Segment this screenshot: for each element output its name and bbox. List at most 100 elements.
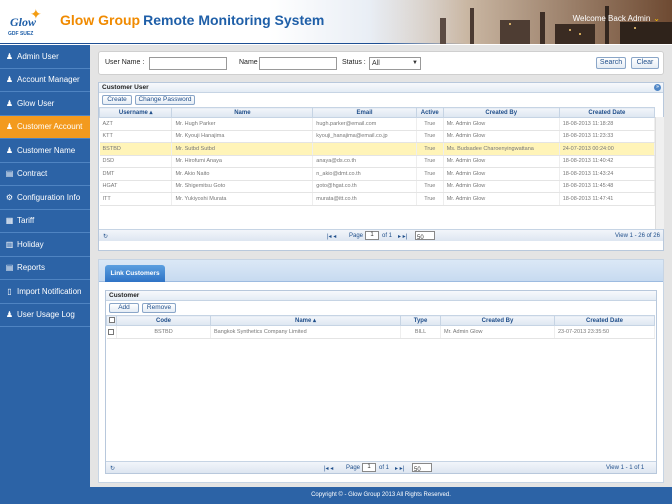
column-header-label: Type [413,317,428,324]
sidebar-item-label: Configuration Info [17,192,81,202]
table-cell: 18-08-2013 11:47:41 [559,192,656,206]
table-cell: Mr. Admin Glow [443,117,560,131]
sidebar-item-glow-user[interactable]: ♟ Glow User [0,92,90,116]
sidebar-item-import-notification[interactable]: ▯ Import Notification [0,280,90,304]
table-row[interactable]: AZT Mr. Hugh Parker hugh.parker@email.com T… [99,117,656,131]
next-page-icon[interactable]: ▸ ▸| [398,233,407,240]
table-icon: ▦ [5,216,14,226]
row-select-cell[interactable] [106,325,117,339]
footer: Copyright © - Glow Group 2013 All Rights… [90,487,672,504]
first-page-icon[interactable]: |◂ ◂ [327,233,336,240]
status-select[interactable]: All ▼ [369,57,421,70]
sidebar-item-reports[interactable]: ▤ Reports [0,257,90,280]
refresh-icon[interactable]: ↻ [110,465,115,472]
table-row[interactable]: HGAT Mr. Shigemitsu Goto goto@hgat.co.th Tr… [99,180,656,193]
column-header[interactable]: Code [116,315,211,326]
column-header-label: Created By [481,317,514,324]
column-header[interactable]: Type [400,315,441,326]
table-cell: Mr. Yukiyoshi Murata [171,192,314,206]
table-scrollbar[interactable] [655,117,664,229]
sidebar-item-tariff[interactable]: ▦ Tariff [0,210,90,233]
customer-table: Code Name ▴ Type Created By Created Date BST… [106,315,655,339]
checkbox[interactable] [108,328,115,335]
table-cell: kyouji_hanajima@email.co.jp [312,130,417,143]
refresh-icon[interactable]: ↻ [103,233,108,240]
customer-panel: Customer Add Remove Code Name ▴ Type Create… [105,290,657,474]
table-cell: n_akio@dmt.co.th [312,167,417,181]
column-header[interactable]: Created Date [558,107,656,118]
column-header[interactable]: Email [312,107,417,118]
column-header[interactable]: Created By [442,107,560,118]
page-input[interactable]: 1 [362,463,376,472]
user-icon: ♟ [5,75,14,85]
column-header[interactable]: Name ▴ [210,315,401,326]
sidebar-item-configuration-info[interactable]: ⚙ Configuration Info [0,186,90,210]
table-row[interactable]: KTT Mr. Kyouji Hanajima kyouji_hanajima@em… [99,130,656,143]
table-cell: Mr. Hugh Parker [171,117,314,131]
panel-title: Customer [109,292,140,299]
page-size-select[interactable]: 50 [415,231,435,241]
user-icon: ♟ [5,145,14,155]
sidebar-item-account-manager[interactable]: ♟ Account Manager [0,69,90,92]
table-row[interactable]: DMT Mr. Akio Naito n_akio@dmt.co.th True Mr.… [99,167,656,181]
column-header[interactable]: Created By [440,315,555,326]
username-input[interactable] [149,57,227,70]
page-label: Page [349,233,364,239]
welcome-text: Welcome Back Admin [572,14,651,23]
table-cell: 23-07-2013 23:35:50 [554,325,655,339]
column-header[interactable]: Username ▴ [98,107,173,118]
change-password-button[interactable]: Change Password [135,95,195,105]
tab-link-customers[interactable]: Link Customers [105,265,165,282]
column-header-label: Email [356,109,373,116]
search-panel: User Name : Name : Status : All ▼ Search … [98,51,664,75]
sidebar-item-holiday[interactable]: ▥ Holiday [0,233,90,257]
table-cell: True [416,167,444,181]
logo-subtext: GDF SUEZ [8,31,34,37]
checkbox[interactable] [108,317,115,324]
table-cell: 18-08-2013 11:40:42 [559,155,656,168]
table-cell: murata@itt.co.th [312,192,417,206]
column-header[interactable]: Active [415,107,444,118]
table-cell: Mr. Akio Naito [171,167,314,181]
column-header[interactable]: Name [171,107,314,118]
table-row[interactable]: BSTBD Mr. Sutbd Sutbd True Ms. Budsadee Cha… [99,142,656,156]
table-cell: BSTBD [116,325,211,339]
table-row[interactable]: DSD Mr. Hirofumi Anaya anaya@ds.co.th True M… [99,155,656,168]
clear-button[interactable]: Clear [631,57,659,69]
collapse-icon[interactable]: » [654,84,661,91]
link-customers-tab-panel: Link Customers Customer Add Remove Code N… [98,259,664,483]
sidebar-item-contract[interactable]: ▤ Contract [0,163,90,186]
first-page-icon[interactable]: |◂ ◂ [324,465,333,472]
sidebar-item-customer-account[interactable]: ♟ Customer Account [0,115,99,139]
sidebar-item-user-usage-log[interactable]: ♟ User Usage Log [0,304,90,327]
table-cell: Bangkok Synthetics Company Limited [210,325,401,339]
column-header[interactable]: Created Date [554,315,655,326]
remove-button[interactable]: Remove [142,303,176,313]
name-input[interactable] [259,57,337,70]
customer-pager: ↻ |◂ ◂ Page 1 of 1 ▸ ▸| 50 View 1 - 1 of… [106,461,656,473]
next-page-icon[interactable]: ▸ ▸| [395,465,404,472]
search-button[interactable]: Search [596,57,626,69]
select-all-checkbox[interactable] [106,315,117,326]
add-button[interactable]: Add [109,303,139,313]
table-cell: Mr. Admin Glow [443,155,560,168]
sidebar-item-label: User Usage Log [17,310,75,320]
welcome-menu[interactable]: Welcome Back Admin ⌄ [573,14,660,23]
column-header-label: Created Date [585,317,623,324]
table-cell: HGAT [99,180,173,193]
sidebar-item-admin-user[interactable]: ♟ Admin User [0,45,90,69]
sidebar-item-customer-name[interactable]: ♟ Customer Name [0,139,90,163]
sidebar-item-label: Contract [17,169,48,179]
table-row[interactable]: ITT Mr. Yukiyoshi Murata murata@itt.co.th T… [99,192,656,206]
table-cell: True [416,180,444,193]
glow-logo[interactable]: ✦ Glow GDF SUEZ [4,4,50,40]
page-size-select[interactable]: 50 [412,463,432,473]
create-button[interactable]: Create [102,95,132,105]
page-input[interactable]: 1 [365,231,379,240]
table-cell: KTT [99,130,173,143]
sidebar-item-label: Glow User [17,98,55,108]
table-cell: goto@hgat.co.th [312,180,417,193]
sort-asc-icon: ▴ [147,110,153,116]
calendar-icon: ▥ [5,239,14,249]
table-row[interactable]: BSTBD Bangkok Synthetics Company Limited B… [106,325,655,339]
